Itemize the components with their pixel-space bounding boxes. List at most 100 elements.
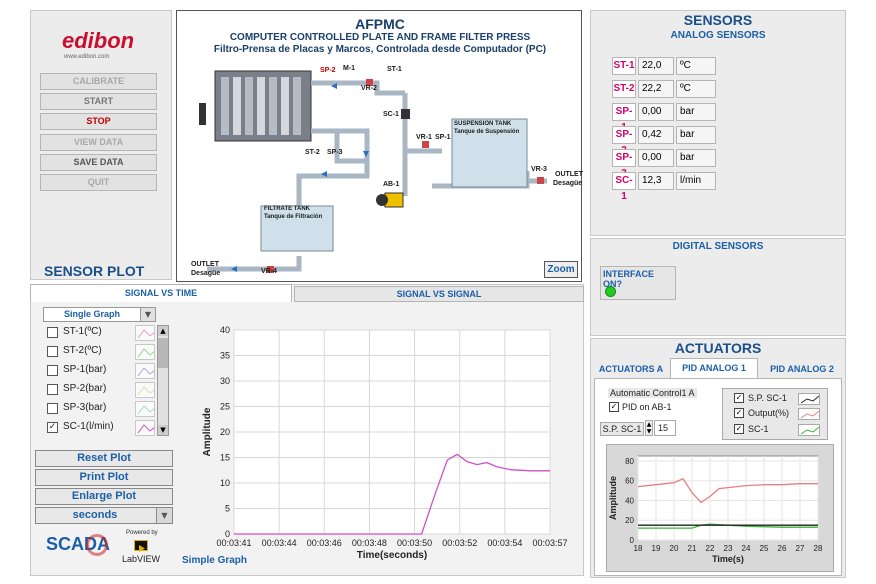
reset-plot-button[interactable]: Reset Plot bbox=[35, 450, 173, 467]
label-st2: ST-2 bbox=[305, 149, 320, 156]
x-tick-label: 27 bbox=[796, 544, 805, 553]
legend-checkbox[interactable]: ✓ bbox=[734, 424, 744, 434]
legend-label: Output(%) bbox=[748, 408, 790, 418]
x-tick-label: 22 bbox=[706, 544, 715, 553]
tab-actuators-a[interactable]: ACTUATORS A bbox=[596, 362, 666, 376]
label-suspension-tank-es: Tanque de Suspensión bbox=[454, 129, 520, 135]
x-tick-label: 23 bbox=[724, 544, 733, 553]
channel-checkbox[interactable] bbox=[47, 327, 58, 338]
scroll-down-icon[interactable]: ▼ bbox=[158, 425, 168, 435]
sensor-value: 22,0 bbox=[638, 57, 674, 75]
legend-label: S.P. SC-1 bbox=[748, 393, 787, 403]
channel-label: SP-2(bar) bbox=[63, 383, 107, 394]
tab-signal-vs-signal[interactable]: SIGNAL VS SIGNAL bbox=[294, 286, 584, 302]
calibrate-button[interactable]: CALIBRATE bbox=[40, 73, 157, 90]
sensor-value: 0,00 bbox=[638, 103, 674, 121]
legend-checkbox[interactable]: ✓ bbox=[734, 408, 744, 418]
channel-checkbox[interactable]: ✓ bbox=[47, 422, 58, 433]
x-tick-label: 28 bbox=[814, 544, 823, 553]
x-tick-label: 25 bbox=[760, 544, 769, 553]
x-tick-label: 24 bbox=[742, 544, 751, 553]
label-ab1: AB-1 bbox=[383, 181, 400, 188]
x-tick-label: 00:03:44 bbox=[262, 538, 297, 548]
time-units-value: seconds bbox=[72, 509, 118, 521]
enlarge-plot-button[interactable]: Enlarge Plot bbox=[35, 488, 173, 505]
pid-label: PID on AB-1 bbox=[622, 402, 672, 412]
x-tick-label: 00:03:46 bbox=[307, 538, 342, 548]
legend-swatch bbox=[798, 424, 820, 436]
x-tick-label: 21 bbox=[688, 544, 697, 553]
stop-button[interactable]: STOP bbox=[40, 113, 157, 130]
y-axis-label: Amplitude bbox=[202, 407, 213, 456]
sensor-tag: SP-2 bbox=[612, 126, 636, 156]
digital-sensors-title: DIGITAL SENSORS bbox=[672, 241, 764, 252]
pid-checkbox[interactable]: ✓ bbox=[609, 402, 619, 412]
labview-label: LabVIEW bbox=[122, 554, 161, 564]
time-units-select[interactable]: seconds ▼ bbox=[35, 507, 173, 524]
x-tick-label: 00:03:57 bbox=[532, 538, 567, 548]
y-tick-label: 10 bbox=[220, 478, 230, 488]
graph-mode-select[interactable]: Single Graph ▼ bbox=[43, 307, 156, 322]
edibon-wordmark: edibon bbox=[62, 28, 134, 53]
scroll-thumb[interactable] bbox=[158, 338, 168, 368]
save-data-button[interactable]: SAVE DATA bbox=[40, 154, 157, 171]
start-button[interactable]: START bbox=[40, 93, 157, 110]
sp-sc1-input[interactable]: 15 bbox=[654, 420, 676, 436]
channel-checkbox[interactable] bbox=[47, 403, 58, 414]
sp-stepper[interactable]: ▲ ▼ bbox=[645, 420, 653, 436]
x-tick-label: 18 bbox=[634, 544, 643, 553]
view-data-button[interactable]: VIEW DATA bbox=[40, 134, 157, 151]
label-suspension-tank: SUSPENSION TANK bbox=[454, 121, 512, 127]
labview-arrow-icon bbox=[139, 545, 145, 552]
tab-pid-analog-1[interactable]: PID ANALOG 1 bbox=[670, 358, 758, 378]
channel-preview bbox=[135, 344, 155, 360]
powered-by-label: Powered by bbox=[126, 530, 158, 536]
sensor-unit: bar bbox=[676, 126, 716, 144]
channel-preview bbox=[135, 363, 155, 379]
sensor-tag: ST-1 bbox=[612, 57, 636, 75]
x-tick-label: 00:03:52 bbox=[442, 538, 477, 548]
signal-vs-time-chart: 051015202530354000:03:41 00:03:44 00:03:46… bbox=[202, 325, 568, 561]
channel-checkbox[interactable] bbox=[47, 346, 58, 357]
label-outlet-right: OUTLET bbox=[555, 171, 583, 178]
label-vr3: VR-3 bbox=[531, 166, 547, 173]
label-vr1: VR-1 bbox=[416, 134, 432, 141]
sensor-tag: SP-1 bbox=[612, 103, 636, 133]
sensor-tag: SP-3 bbox=[612, 149, 636, 179]
graph-name-label: Simple Graph bbox=[182, 555, 248, 566]
channel-preview bbox=[135, 401, 155, 417]
tab-signal-vs-time[interactable]: SIGNAL VS TIME bbox=[30, 284, 292, 302]
channel-checkbox[interactable] bbox=[47, 384, 58, 395]
x-tick-label: 26 bbox=[778, 544, 787, 553]
channel-label: ST-1(ºC) bbox=[63, 326, 102, 337]
quit-button[interactable]: QUIT bbox=[40, 174, 157, 191]
print-plot-button[interactable]: Print Plot bbox=[35, 469, 173, 486]
actuators-title: ACTUATORS bbox=[674, 340, 762, 356]
sensor-tag: SC-1 bbox=[612, 172, 636, 202]
channel-label: ST-2(ºC) bbox=[63, 345, 102, 356]
channel-preview bbox=[135, 420, 155, 436]
x-tick-label: 00:03:48 bbox=[352, 538, 387, 548]
sensors-title: SENSORS bbox=[683, 12, 753, 28]
legend-checkbox[interactable]: ✓ bbox=[734, 393, 744, 403]
x-tick-label: 19 bbox=[652, 544, 661, 553]
scroll-up-icon[interactable]: ▲ bbox=[158, 326, 168, 336]
label-sp1: SP-1 bbox=[435, 134, 451, 141]
channel-checkbox[interactable] bbox=[47, 365, 58, 376]
chevron-down-icon: ▼ bbox=[140, 308, 155, 321]
graph-mode-value: Single Graph bbox=[63, 309, 120, 319]
channel-label: SC-1(l/min) bbox=[63, 421, 114, 432]
channel-scrollbar[interactable]: ▲ ▼ bbox=[157, 325, 169, 436]
sensor-value: 22,2 bbox=[638, 80, 674, 98]
tab-pid-analog-2[interactable]: PID ANALOG 2 bbox=[764, 362, 840, 376]
interface-on-box: INTERFACE ON? bbox=[600, 266, 676, 300]
valve-vr1 bbox=[422, 141, 429, 148]
legend-swatch bbox=[798, 408, 820, 420]
y-tick-label: 25 bbox=[220, 402, 230, 412]
analog-sensors-title: ANALOG SENSORS bbox=[670, 30, 766, 41]
zoom-button[interactable]: Zoom bbox=[544, 261, 578, 278]
y-tick-label: 40 bbox=[220, 325, 230, 335]
sensor-unit: bar bbox=[676, 149, 716, 167]
sensors-panel bbox=[590, 10, 846, 236]
scada-circle-icon bbox=[86, 534, 108, 556]
